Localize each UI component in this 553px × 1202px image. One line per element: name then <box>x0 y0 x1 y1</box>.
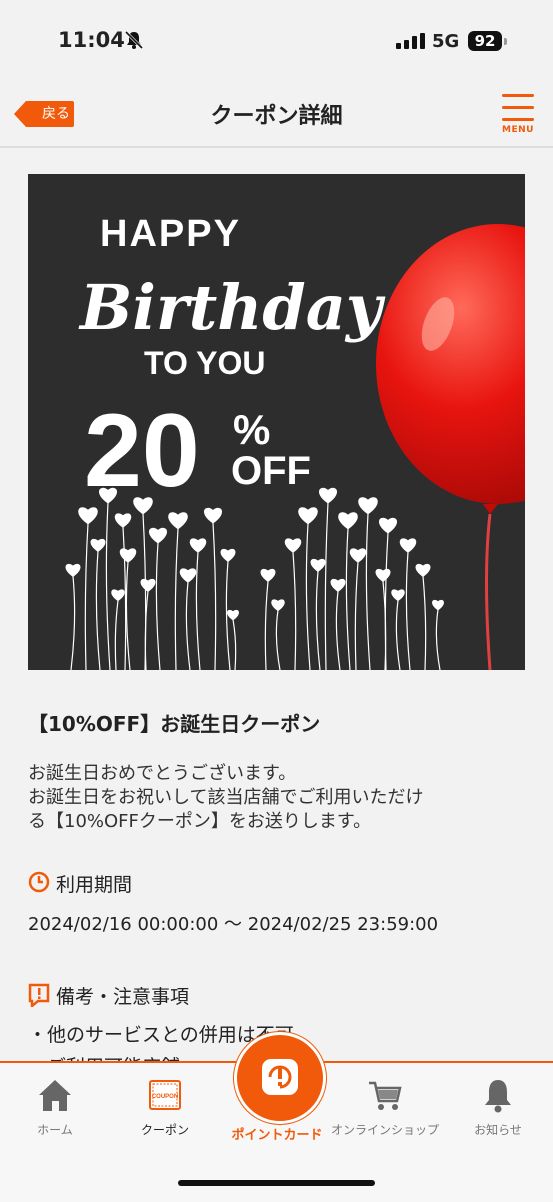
balloon-illustration <box>376 224 525 670</box>
battery-icon <box>504 38 507 45</box>
shopping-cart-icon <box>369 1081 402 1110</box>
period-label: 利用期間 <box>56 874 133 896</box>
notes-label: 備考・注意事項 <box>56 986 190 1008</box>
tab-online-shop-label: オンラインショップ <box>330 1123 439 1137</box>
menu-button[interactable]: MENU <box>498 92 538 138</box>
status-time: 11:04 <box>58 28 125 52</box>
tab-notice[interactable]: お知らせ <box>443 1077 553 1147</box>
menu-icon <box>502 94 534 97</box>
coupon-banner-image: HAPPY Birthday TO YOU 20 % OFF <box>28 174 525 670</box>
svg-text:COUPON: COUPON <box>152 1094 178 1100</box>
menu-label: MENU <box>502 125 534 135</box>
period-value: 2024/02/16 00:00:00 〜 2024/02/25 23:59:0… <box>28 914 439 935</box>
tab-point-card-label: ポイントカード <box>231 1128 323 1143</box>
coupon-icon: COUPON <box>149 1080 181 1110</box>
app-header: 戻る クーポン詳細 MENU <box>0 80 553 148</box>
signal-icon <box>396 33 425 49</box>
tab-online-shop[interactable]: オンラインショップ <box>330 1077 440 1147</box>
tab-coupon-label: クーポン <box>140 1123 189 1137</box>
banner-off-text: OFF <box>231 449 311 493</box>
clock-icon <box>28 871 50 893</box>
hearts-illustration <box>65 487 444 670</box>
battery-level: 92 <box>468 31 502 51</box>
banner-percent-sign: % <box>233 406 270 453</box>
tab-home[interactable]: ホーム <box>0 1077 110 1147</box>
coupon-description: お誕生日おめでとうございます。 お誕生日をお祝いして該当店舗でご利用いただけ る… <box>28 763 424 832</box>
status-bar: 11:04 5G 92 <box>0 0 553 80</box>
network-type: 5G <box>432 31 460 52</box>
bell-icon <box>485 1080 511 1113</box>
tab-coupon[interactable]: COUPON クーポン <box>110 1077 220 1147</box>
notice-icon <box>28 983 50 1007</box>
home-icon <box>39 1080 71 1111</box>
point-card-icon <box>262 1059 298 1095</box>
silent-bell-icon <box>124 30 144 50</box>
banner-birthday-text: Birthday <box>78 271 386 344</box>
point-card-button[interactable] <box>234 1032 326 1124</box>
tab-notice-label: お知らせ <box>474 1123 522 1137</box>
page-title: クーポン詳細 <box>210 104 343 129</box>
tab-home-label: ホーム <box>37 1123 73 1137</box>
banner-happy-text: HAPPY <box>100 213 241 255</box>
coupon-title: 【10%OFF】お誕生日クーポン <box>28 712 321 736</box>
banner-toyou-text: TO YOU <box>144 345 266 381</box>
home-indicator <box>178 1180 375 1186</box>
